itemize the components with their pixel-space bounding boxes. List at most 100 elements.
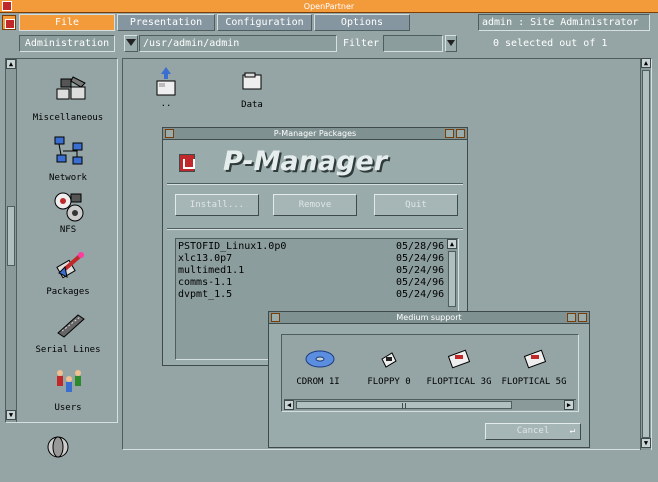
medium-label: CDROM 1I: [296, 377, 340, 387]
package-name: multimed1.1: [178, 265, 245, 276]
sidebar-item-network[interactable]: Network: [18, 135, 118, 183]
path-dropdown-button[interactable]: [124, 35, 138, 52]
cdrom-icon: [305, 350, 335, 368]
network-icon: [54, 136, 83, 165]
minimize-button[interactable]: [445, 129, 454, 138]
menu-options[interactable]: Options: [314, 14, 410, 31]
scroll-down-icon[interactable]: ▼: [641, 438, 651, 448]
package-name: dvpmt_1.5: [178, 289, 233, 300]
sidebar-item-nfs[interactable]: NFS: [18, 191, 118, 239]
medium-item-cdrom[interactable]: CDROM 1I: [290, 347, 346, 391]
sidebar-item-miscellaneous[interactable]: Miscellaneous: [18, 75, 118, 123]
scroll-thumb[interactable]: [296, 401, 512, 409]
minimize-button[interactable]: [567, 313, 576, 322]
scroll-up-icon[interactable]: ▲: [447, 239, 457, 249]
scroll-thumb[interactable]: [642, 70, 650, 438]
menu-configuration[interactable]: Configuration: [217, 14, 312, 31]
remove-button[interactable]: Remove: [273, 194, 357, 216]
medium-label: FLOPPY 0: [367, 377, 411, 387]
list-item[interactable]: PSTOFID_Linux1.0p0 05/28/96: [178, 241, 446, 252]
nfs-icon: [54, 192, 84, 222]
list-item[interactable]: comms-1.1 05/24/96: [178, 277, 446, 288]
filter-label: Filter: [343, 38, 380, 49]
filter-dropdown-button[interactable]: [445, 35, 457, 52]
package-name: xlc13.0p7: [178, 253, 233, 264]
floppy-icon: [381, 352, 397, 368]
sidebar-item-label: Serial Lines: [35, 345, 101, 355]
sidebar-item-label: Network: [49, 173, 87, 183]
pmanager-title: P-Manager Packages: [273, 129, 357, 138]
window-title: OpenPartner: [303, 2, 355, 11]
medium-title: Medium support: [396, 313, 462, 322]
selection-status: 0 selected out of 1: [493, 38, 608, 49]
users-icon: [57, 370, 81, 392]
package-date: 05/28/96: [396, 241, 445, 252]
medium-item-floptical-3g[interactable]: FLOPTICAL 3G: [426, 347, 492, 391]
pmanager-titlebar[interactable]: P-Manager Packages: [163, 128, 467, 140]
sidebar-item-packages[interactable]: Packages: [18, 249, 118, 297]
sidebar-item-serial-lines[interactable]: Serial Lines: [18, 309, 118, 357]
floptical-icon: [523, 349, 547, 369]
sidebar-scrollbar[interactable]: ▲ ▼: [6, 59, 17, 422]
parent-folder-icon: [156, 67, 176, 96]
scroll-up-icon[interactable]: ▲: [6, 59, 16, 69]
maximize-button[interactable]: [456, 129, 465, 138]
filter-input[interactable]: [383, 35, 443, 52]
package-date: 05/24/96: [396, 277, 445, 288]
sidebar-item-label: NFS: [59, 225, 77, 235]
maximize-button[interactable]: [578, 313, 587, 322]
path-field[interactable]: /usr/admin/admin: [139, 35, 337, 52]
install-button[interactable]: Install...: [175, 194, 259, 216]
serial-lines-icon: [57, 314, 85, 338]
sidebar-item-label: Users: [54, 403, 82, 413]
medium-titlebar[interactable]: Medium support: [269, 312, 589, 324]
trash-icon[interactable]: [44, 434, 72, 460]
chevron-down-icon: [126, 39, 136, 46]
quit-button[interactable]: Quit: [374, 194, 458, 216]
list-item[interactable]: xlc13.0p7 05/24/96: [178, 253, 446, 264]
folder-icon: [242, 72, 262, 90]
scroll-left-icon[interactable]: ◀: [284, 400, 294, 410]
title-bar[interactable]: OpenPartner: [0, 0, 658, 13]
sidebar-item-label: Packages: [46, 287, 90, 297]
folder-item-data[interactable]: Data: [235, 71, 269, 111]
user-indicator: admin : Site Administrator: [478, 14, 650, 31]
medium-item-floppy[interactable]: FLOPPY 0: [360, 347, 418, 391]
chevron-down-icon: [447, 40, 455, 46]
list-item[interactable]: multimed1.1 05/24/96: [178, 265, 446, 276]
scroll-up-icon[interactable]: ▲: [641, 58, 651, 68]
medium-hscrollbar[interactable]: ◀ ▶: [284, 399, 576, 410]
separator: [167, 228, 463, 230]
floptical-icon: [447, 349, 471, 369]
package-date: 05/24/96: [396, 253, 445, 264]
scroll-thumb[interactable]: [7, 206, 15, 266]
menu-bar: File Presentation Configuration Options …: [0, 13, 658, 32]
sidebar-item-users[interactable]: Users: [18, 365, 118, 415]
app-logo-icon: [2, 15, 16, 30]
medium-label: FLOPTICAL 3G: [426, 377, 492, 387]
medium-support-window: Medium support CDROM 1I FLOPPY 0 FLOPTIC…: [268, 311, 590, 448]
cancel-label: Cancel: [516, 426, 550, 436]
menu-presentation[interactable]: Presentation: [117, 14, 215, 31]
folder-label: ..: [160, 99, 172, 109]
miscellaneous-icon: [56, 76, 86, 100]
list-item[interactable]: dvpmt_1.5 05/24/96: [178, 289, 446, 300]
medium-item-floptical-5g[interactable]: FLOPTICAL 5G: [500, 347, 568, 391]
scroll-right-icon[interactable]: ▶: [564, 400, 574, 410]
cancel-button[interactable]: Cancel ↵: [485, 423, 581, 440]
menu-file[interactable]: File: [19, 14, 115, 31]
sidebar: ▲ ▼ Miscellaneous Network NFS Packages S…: [5, 58, 118, 423]
scroll-down-icon[interactable]: ▼: [6, 410, 16, 420]
package-name: comms-1.1: [178, 277, 233, 288]
package-date: 05/24/96: [396, 265, 445, 276]
scroll-thumb[interactable]: [448, 251, 456, 307]
package-name: PSTOFID_Linux1.0p0: [178, 241, 287, 252]
medium-list: CDROM 1I FLOPPY 0 FLOPTICAL 3G FLOPTICAL…: [281, 334, 579, 412]
folder-item-parent[interactable]: ..: [151, 67, 181, 113]
separator: [167, 183, 463, 185]
mode-selector[interactable]: Administration: [19, 35, 115, 52]
pmanager-logo-icon: [179, 154, 195, 172]
main-scrollbar[interactable]: ▲ ▼: [640, 58, 651, 450]
sidebar-item-label: Miscellaneous: [32, 113, 104, 123]
pmanager-banner: P-Manager: [223, 146, 388, 177]
